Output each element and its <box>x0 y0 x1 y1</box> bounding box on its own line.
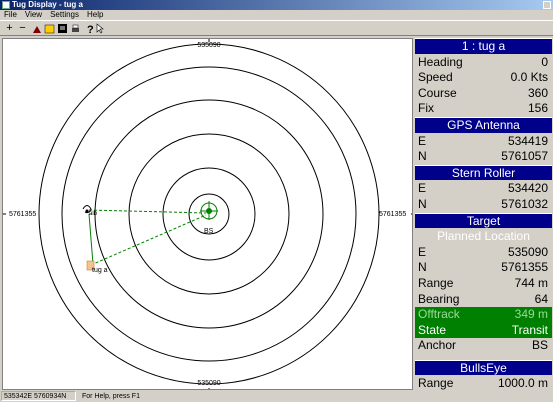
west-coord-label: 5761355 <box>9 211 36 218</box>
speed-row: Speed 0.0 Kts <box>418 70 548 85</box>
target-northing-row: N 5761355 <box>418 260 548 275</box>
north-coord-label: 535090 <box>197 42 220 49</box>
zoom-out-icon[interactable]: − <box>17 23 28 34</box>
gps-northing-row: N 5761057 <box>418 149 548 164</box>
fix-row: Fix 156 <box>418 101 548 116</box>
tug-map[interactable]: 535090 535090 5761355 5761355 BS alb tug… <box>2 38 413 390</box>
gps-easting-row: E 534419 <box>418 133 548 148</box>
east-coord-label: 5761355 <box>379 211 406 218</box>
menu-file[interactable]: File <box>0 10 21 19</box>
help-hint: For Help, press F1 <box>82 393 140 400</box>
tug-header: 1 : tug a <box>415 38 552 54</box>
bearing-row: Bearing 64 <box>418 291 548 306</box>
stern-roller-header: Stern Roller <box>415 164 552 181</box>
bullseye-range-row: Range 1000.0 m <box>418 376 548 390</box>
anchor-row: Anchor BS <box>418 338 548 353</box>
display-icon[interactable] <box>57 23 68 34</box>
planned-location-label: Planned Location <box>437 229 530 244</box>
map-icon[interactable] <box>44 23 55 34</box>
pointer-help-icon[interactable] <box>96 23 107 34</box>
menu-view[interactable]: View <box>21 10 46 19</box>
anchor-label: alb <box>89 211 98 217</box>
close-button[interactable] <box>543 1 551 9</box>
course-row: Course 360 <box>418 85 548 100</box>
help-icon[interactable]: ? <box>84 23 95 36</box>
toolbar: + − ? <box>0 20 553 36</box>
cursor-coords: 535342E 5760934N <box>1 391 76 401</box>
stern-northing-row: N 5761032 <box>418 196 548 211</box>
zoom-in-icon[interactable]: + <box>4 23 15 34</box>
chart-icon[interactable] <box>32 23 43 34</box>
status-bar: 535342E 5760934N For Help, press F1 <box>0 391 553 402</box>
target-header: Target <box>415 212 552 229</box>
menu-settings[interactable]: Settings <box>46 10 83 19</box>
range-row: Range 744 m <box>418 275 548 290</box>
target-easting-row: E 535090 <box>418 244 548 259</box>
menu-help[interactable]: Help <box>83 10 107 19</box>
south-coord-label: 535090 <box>197 380 220 387</box>
offtrack-row: Offtrack 349 m <box>415 307 552 323</box>
gps-antenna-header: GPS Antenna <box>415 116 552 133</box>
print-icon[interactable] <box>70 23 81 34</box>
svg-text:?: ? <box>87 24 94 34</box>
state-row: State Transit <box>415 322 552 339</box>
stern-easting-row: E 534420 <box>418 181 548 196</box>
menu-bar: File View Settings Help <box>0 10 553 20</box>
window-title: Tug Display - tug a <box>12 0 83 9</box>
info-panel: 1 : tug a Heading 0 Speed 0.0 Kts Course 36… <box>415 38 552 390</box>
range-rings: 535090 535090 5761355 5761355 BS alb tug… <box>3 39 412 389</box>
tug-label: tug a <box>92 267 108 274</box>
title-bar: Tug Display - tug a <box>0 0 553 10</box>
bullseye-marker <box>200 201 218 220</box>
bullseye-header: BullsEye <box>415 359 552 376</box>
bullseye-label: BS <box>204 228 214 235</box>
app-icon <box>2 1 10 9</box>
heading-row: Heading 0 <box>418 54 548 69</box>
